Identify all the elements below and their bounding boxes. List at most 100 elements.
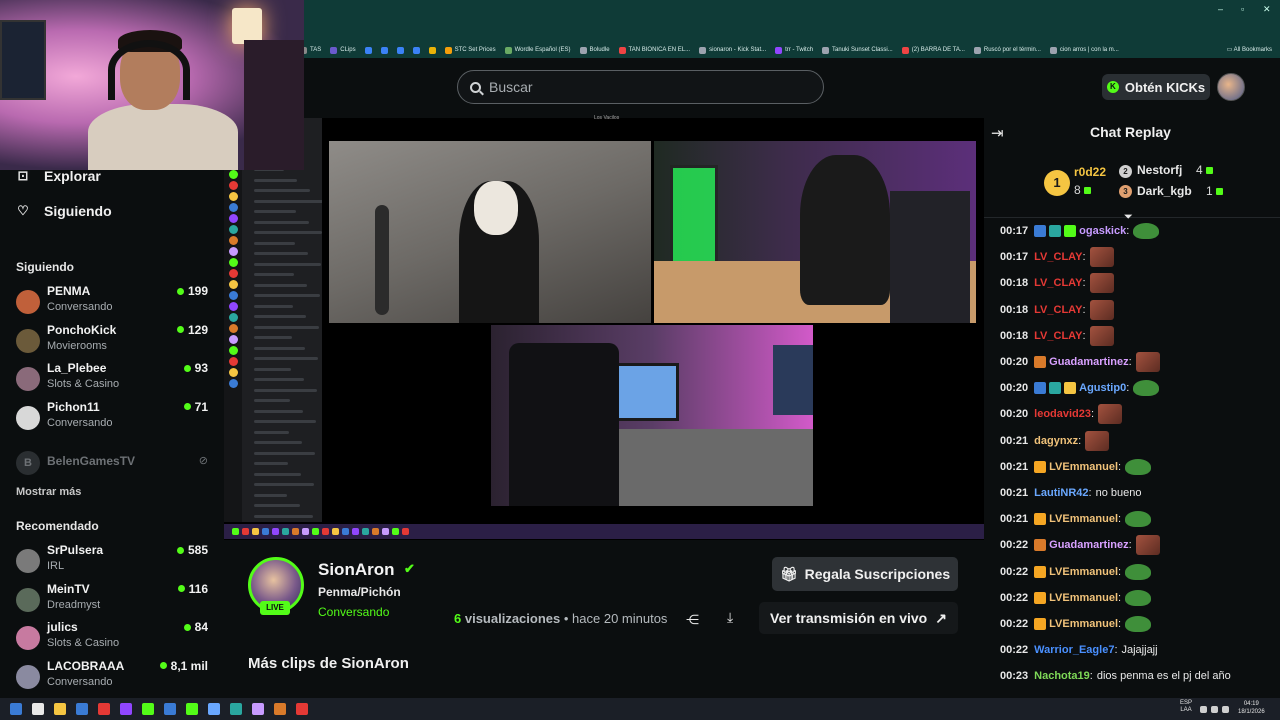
sidebar-channel[interactable]: SrPulsera IRL 585 [16, 543, 212, 581]
leaderboard-user[interactable]: Nestorfj [1137, 163, 1182, 177]
minimize-icon[interactable]: – [1218, 4, 1223, 14]
bookmark-item[interactable]: Boludle [579, 46, 610, 54]
taskbar-app-icon[interactable] [120, 703, 132, 715]
discord-channel-row [254, 304, 293, 308]
sidebar-channel[interactable]: MeinTV Dreadmyst 116 [16, 582, 212, 620]
taskbar-app-icon[interactable] [252, 703, 264, 715]
chat-username[interactable]: Guadamartinez [1049, 539, 1128, 551]
taskbar-app-icon[interactable] [32, 703, 44, 715]
bookmark-item[interactable]: cion arros | con la m... [1049, 46, 1119, 54]
keyboard-layout: LAA [1180, 707, 1192, 713]
chat-username[interactable]: dagynxz [1034, 435, 1078, 447]
channel-name: La_Plebee [47, 361, 107, 375]
sidebar-channel[interactable]: julics Slots & Casino 84 [16, 620, 212, 658]
sidebar-channel[interactable]: LACOBRAAA Conversando 8,1 mil [16, 659, 212, 697]
chat-username[interactable]: LV_CLAY [1034, 304, 1082, 316]
chat-username[interactable]: leodavid23 [1034, 408, 1091, 420]
download-icon[interactable]: ⤓ [727, 609, 733, 626]
taskbar-app-icon[interactable] [274, 703, 286, 715]
chat-username[interactable]: LV_CLAY [1034, 330, 1082, 342]
discord-channel-row [254, 346, 305, 350]
show-more-link[interactable]: Mostrar más [16, 486, 81, 498]
taskbar-app-icon[interactable] [98, 703, 110, 715]
gift-subscriptions-button[interactable]: 🎁︎ Regala Suscripciones [772, 557, 958, 591]
chat-username[interactable]: Agustip0 [1079, 382, 1126, 394]
volume-icon[interactable] [1211, 706, 1218, 713]
bookmark-item[interactable] [364, 46, 372, 54]
leaderboard-user[interactable]: Dark_kgb [1137, 184, 1192, 198]
bookmark-item[interactable] [428, 46, 436, 54]
clip-category-link[interactable]: Conversando [318, 605, 389, 619]
chat-username[interactable]: LautiNR42 [1034, 487, 1088, 499]
bookmark-item[interactable]: Ruscó por el términ... [973, 46, 1041, 54]
share-icon[interactable]: ⋲ [686, 612, 699, 628]
chat-username[interactable]: LVEmmanuel [1049, 592, 1118, 604]
all-bookmarks-link[interactable]: ▭ All Bookmarks [1227, 42, 1272, 58]
user-avatar[interactable] [1217, 73, 1245, 101]
taskbar-app-icon[interactable] [54, 703, 66, 715]
chat-username[interactable]: LVEmmanuel [1049, 513, 1118, 525]
collapse-chat-icon[interactable]: ⇥ [991, 124, 1004, 142]
monitor-image [773, 345, 813, 415]
sidebar-channel[interactable]: La_Plebee Slots & Casino 93 [16, 361, 212, 399]
bookmark-item[interactable]: CLips [330, 46, 356, 54]
taskbar-app-icon[interactable] [76, 703, 88, 715]
sidebar-item-following[interactable]: ♡ Siguiendo [16, 203, 112, 219]
discord-channel-row [254, 451, 315, 455]
chat-username[interactable]: LVEmmanuel [1049, 461, 1118, 473]
bookmark-item[interactable] [380, 46, 388, 54]
bookmark-item[interactable]: Tanuki Sunset Classi... [822, 46, 893, 54]
bookmark-item[interactable] [396, 46, 404, 54]
bookmark-item[interactable]: TAN BIONICA EN EL... [618, 46, 690, 54]
taskbar-app-icon[interactable] [230, 703, 242, 715]
sidebar-channel[interactable]: Pichon11 Conversando 71 [16, 400, 212, 438]
channel-name[interactable]: SionAron [318, 560, 395, 580]
sidebar-channel[interactable]: PENMA Conversando 199 [16, 284, 212, 322]
chat-message: 00:18 LV_CLAY: [1000, 325, 1114, 346]
bookmark-item[interactable] [412, 46, 420, 54]
sidebar-item-explore[interactable]: ⊡ Explorar [16, 168, 101, 184]
maximize-icon[interactable]: ▫ [1241, 4, 1244, 14]
sidebar-channel[interactable]: PonchoKick Movierooms 129 [16, 323, 212, 361]
system-clock[interactable]: 04:19 18/1/2026 [1238, 700, 1265, 716]
bookmark-item[interactable]: sionaron - Kick Stat... [699, 46, 766, 54]
taskbar-app-icon[interactable] [142, 703, 154, 715]
offline-icon: ⊘ [198, 455, 208, 467]
bookmark-item[interactable]: (2) BARRA DE TA... [901, 46, 965, 54]
taskbar-app-icon[interactable] [186, 703, 198, 715]
close-icon[interactable]: ✕ [1263, 4, 1271, 15]
external-link-icon: ↗ [935, 609, 947, 626]
taskbar-app-icon[interactable] [164, 703, 176, 715]
bookmark-item[interactable]: STC Set Prices [444, 46, 496, 54]
discord-channel-row [254, 472, 301, 476]
chat-separator: : [1118, 513, 1122, 526]
discord-server-icon [229, 269, 238, 278]
chat-message: 00:22 LVEmmanuel: [1000, 589, 1152, 606]
taskbar-app-icon[interactable] [208, 703, 220, 715]
sidebar-channel-offline[interactable]: B BelenGamesTV ⊘ [16, 445, 212, 483]
channel-category: Slots & Casino [47, 378, 120, 390]
chat-username[interactable]: ogaskick [1079, 225, 1126, 237]
discord-server-icon [229, 302, 238, 311]
leaderboard-user[interactable]: r0d22 [1074, 165, 1106, 179]
language-indicator[interactable]: ESP LAA [1180, 700, 1192, 714]
chat-username[interactable]: LVEmmanuel [1049, 618, 1118, 630]
taskbar-app-icon[interactable] [296, 703, 308, 715]
chat-username[interactable]: LV_CLAY [1034, 251, 1082, 263]
bookmark-item[interactable]: trr - Twitch [775, 46, 813, 54]
get-kicks-button[interactable]: K Obtén KICKs [1102, 74, 1210, 100]
windows-start-icon[interactable] [10, 703, 22, 715]
watch-live-button[interactable]: Ver transmisión en vivo ↗ [759, 602, 958, 634]
bookmark-item[interactable]: Wordle Español (ES) [504, 46, 571, 54]
chat-username[interactable]: Guadamartinez [1049, 356, 1128, 368]
chat-username[interactable]: Nachota19 [1034, 670, 1090, 682]
chat-username[interactable]: LVEmmanuel [1049, 566, 1118, 578]
chat-username[interactable]: Warrior_Eagle7 [1034, 644, 1114, 656]
avatar [16, 405, 40, 430]
chat-username[interactable]: LV_CLAY [1034, 277, 1082, 289]
chat-leaderboard: 1 r0d22 8 2 Nestorfj 4 3 Dark_kgb 1 [984, 152, 1280, 218]
face-emote-icon [1089, 299, 1114, 320]
search-input[interactable]: Buscar [457, 70, 824, 104]
battery-icon[interactable] [1222, 706, 1229, 713]
wifi-icon[interactable] [1200, 706, 1207, 713]
